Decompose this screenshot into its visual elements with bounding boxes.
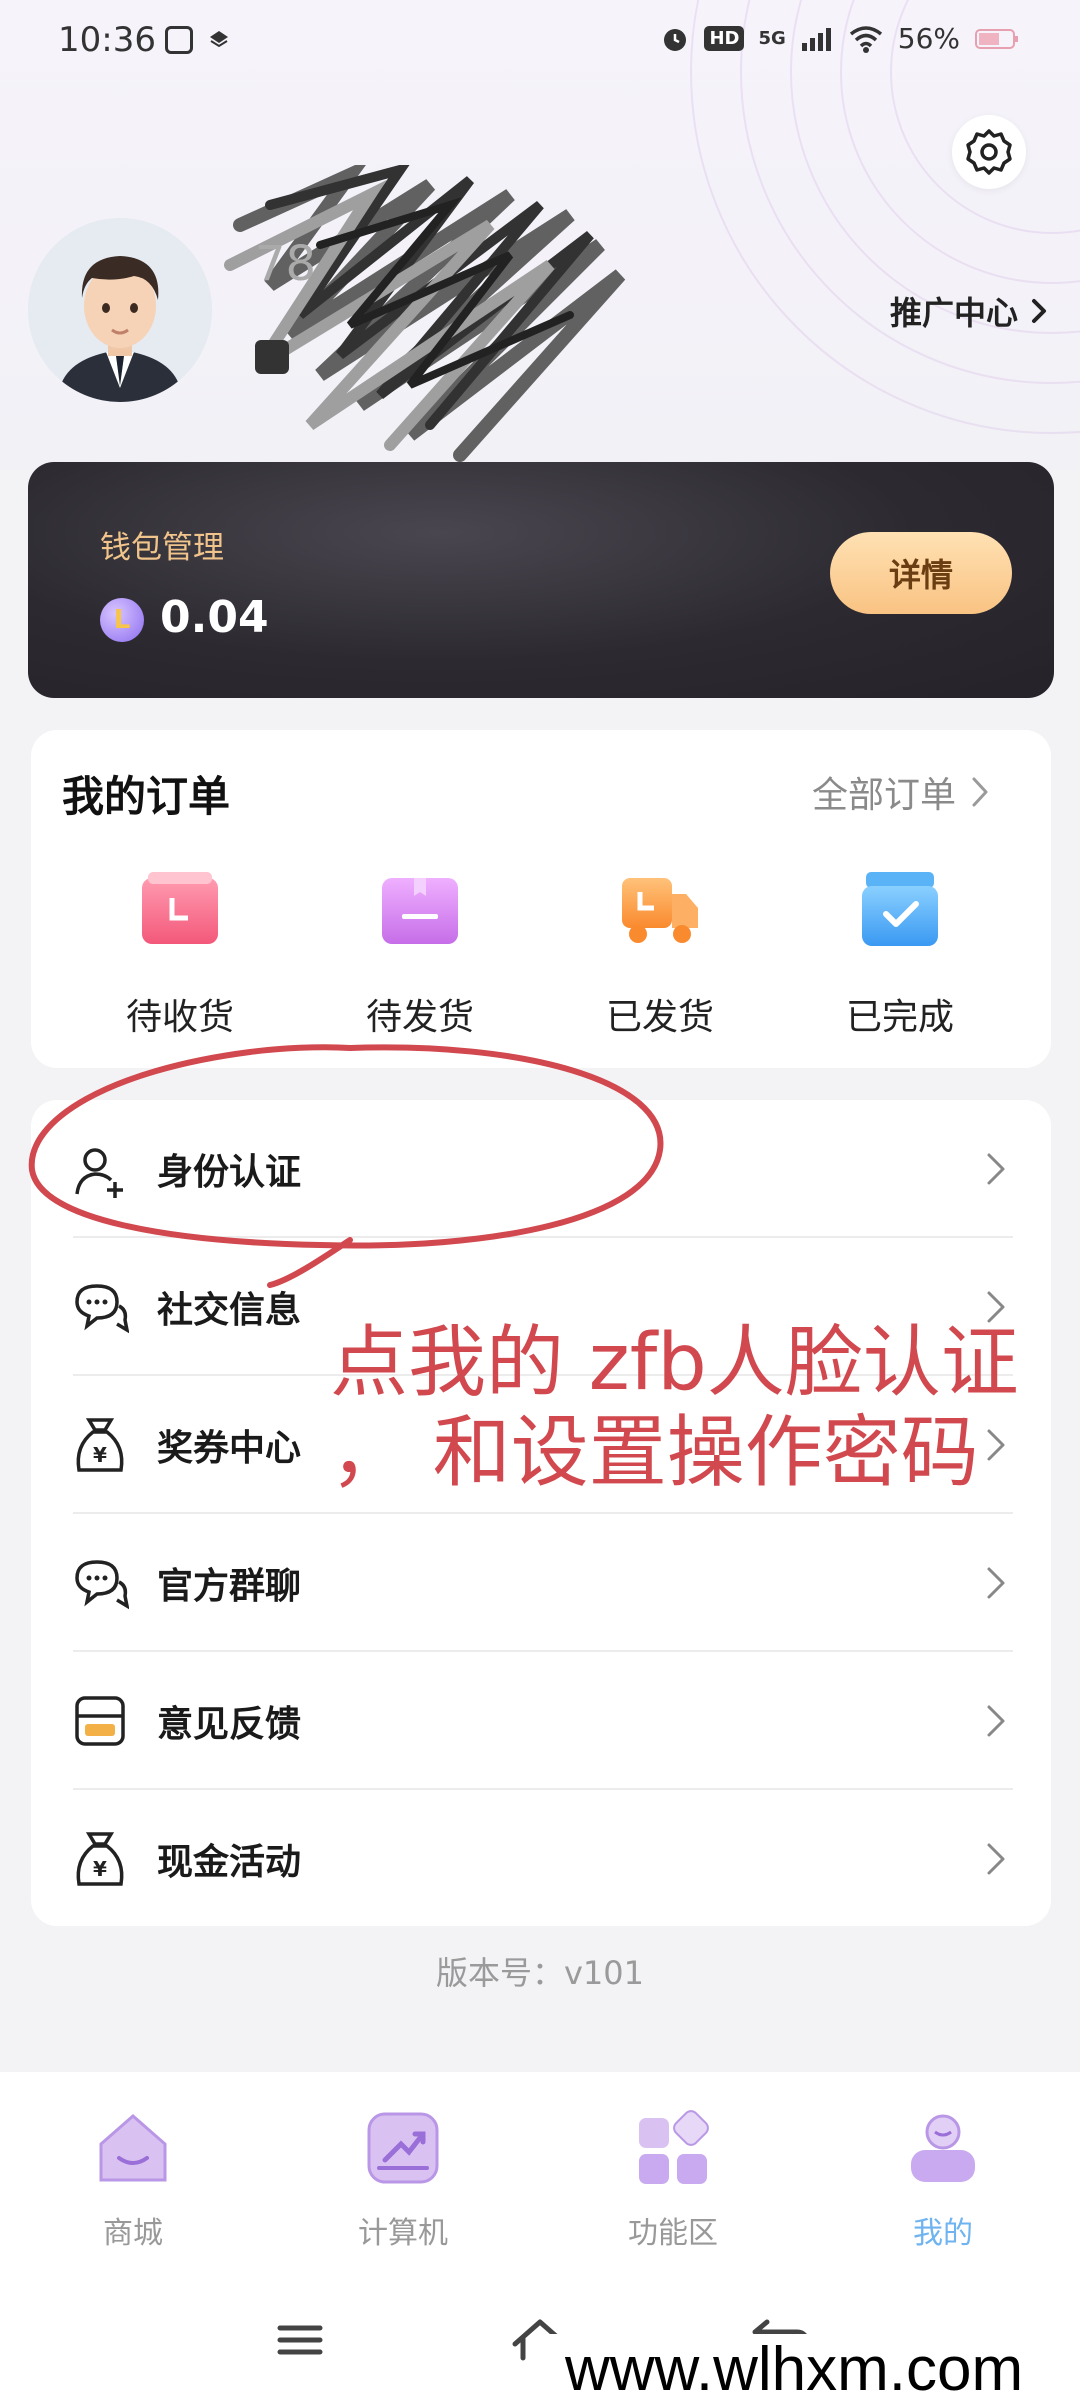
app-notification-icon — [165, 26, 193, 54]
version-label: 版本号：v101 — [435, 1954, 645, 1992]
menu-item-feedback[interactable]: 意见反馈 — [31, 1652, 1051, 1790]
signal-icon — [801, 27, 831, 51]
pending-receipt-icon — [138, 868, 222, 952]
feedback-icon — [75, 1696, 125, 1746]
layers-icon — [210, 31, 228, 48]
menu-item-cash-activity[interactable]: ¥ 现金活动 — [31, 1790, 1051, 1928]
order-pending-receipt[interactable]: 待收货 — [80, 868, 280, 1040]
alarm-icon — [664, 28, 687, 51]
order-completed[interactable]: 已完成 — [800, 868, 1000, 1040]
avatar-image — [28, 218, 212, 402]
chevron-right-icon — [987, 1843, 1005, 1875]
nav-label: 我的 — [913, 2216, 973, 2251]
nav-tab-mine[interactable]: 我的 — [843, 2110, 1043, 2252]
all-orders-link[interactable]: 全部订单 — [812, 766, 990, 818]
orders-title: 我的订单 — [62, 772, 231, 821]
calculator-icon — [367, 2112, 439, 2184]
all-orders-label: 全部订单 — [812, 775, 957, 816]
wallet-balance: 0.04 — [160, 592, 269, 643]
nav-label: 商城 — [103, 2216, 163, 2251]
profile-icon — [911, 2114, 975, 2182]
menu-item-label: 奖券中心 — [157, 1428, 302, 1469]
menu-item-label: 意见反馈 — [157, 1704, 302, 1745]
wifi-icon — [849, 25, 882, 53]
chevron-right-icon — [987, 1567, 1005, 1599]
svg-text:78: 78 — [255, 236, 316, 292]
status-system-icons: HD 5G 56% — [660, 22, 1020, 55]
completed-box-icon — [858, 868, 942, 952]
status-time: 10:36 — [58, 20, 156, 60]
svg-text:¥: ¥ — [93, 1443, 107, 1467]
menu-item-official-group[interactable]: 官方群聊 — [31, 1514, 1051, 1652]
watermark: www.wlhxm.com — [565, 2335, 1024, 2404]
money-bag-icon: ¥ — [76, 1418, 124, 1472]
network-type: 5G — [758, 28, 786, 49]
grid-icon — [639, 2110, 709, 2184]
annotation-text: 点我的 zfb人脸认证 ， 和设置操作密码 — [330, 1318, 1019, 1498]
menu-item-label: 现金活动 — [157, 1842, 302, 1883]
order-shipped[interactable]: 已发货 — [560, 868, 760, 1040]
chevron-right-icon — [987, 1705, 1005, 1737]
home-icon — [99, 2114, 167, 2182]
chevron-right-icon — [972, 777, 988, 807]
promotion-center-link[interactable]: 推广中心 — [890, 288, 1048, 334]
chevron-right-icon — [987, 1153, 1005, 1185]
wallet-label: 钱包管理 — [100, 530, 224, 566]
chevron-right-icon — [1032, 299, 1047, 323]
order-pending-shipment[interactable]: 待发货 — [320, 868, 520, 1040]
nav-label: 计算机 — [358, 2216, 448, 2251]
settings-button[interactable] — [952, 115, 1026, 189]
shipped-truck-icon — [618, 868, 702, 952]
avatar[interactable] — [28, 218, 212, 402]
status-notification-icons — [165, 26, 231, 54]
svg-text:¥: ¥ — [93, 1857, 107, 1881]
battery-percent: 56% — [897, 22, 960, 55]
wallet-detail-button[interactable]: 详情 — [830, 532, 1012, 614]
chat-bubble-icon — [75, 1560, 129, 1610]
coin-icon: L — [100, 598, 144, 642]
menu-item-label: 官方群聊 — [157, 1566, 302, 1607]
menu-icon[interactable] — [270, 2310, 330, 2370]
nav-tab-features[interactable]: 功能区 — [573, 2110, 773, 2252]
nav-tab-mall[interactable]: 商城 — [33, 2110, 233, 2252]
annotation-line-2: ， 和设置操作密码 — [330, 1408, 979, 1498]
battery-icon — [975, 28, 1018, 49]
pending-shipment-icon — [378, 868, 462, 952]
nav-label: 功能区 — [628, 2216, 718, 2251]
hd-icon: HD — [704, 26, 745, 51]
order-label: 已完成 — [845, 997, 954, 1038]
redacted-username: 78 — [224, 165, 626, 462]
annotation-line-1: 点我的 zfb人脸认证 — [330, 1318, 1019, 1408]
nav-tab-calculator[interactable]: 计算机 — [303, 2110, 503, 2252]
money-bag-icon: ¥ — [76, 1832, 124, 1886]
coin-letter: L — [113, 605, 131, 635]
promotion-center-label: 推广中心 — [890, 294, 1019, 332]
annotation-ellipse — [28, 1044, 664, 1288]
gear-icon — [966, 129, 1012, 175]
